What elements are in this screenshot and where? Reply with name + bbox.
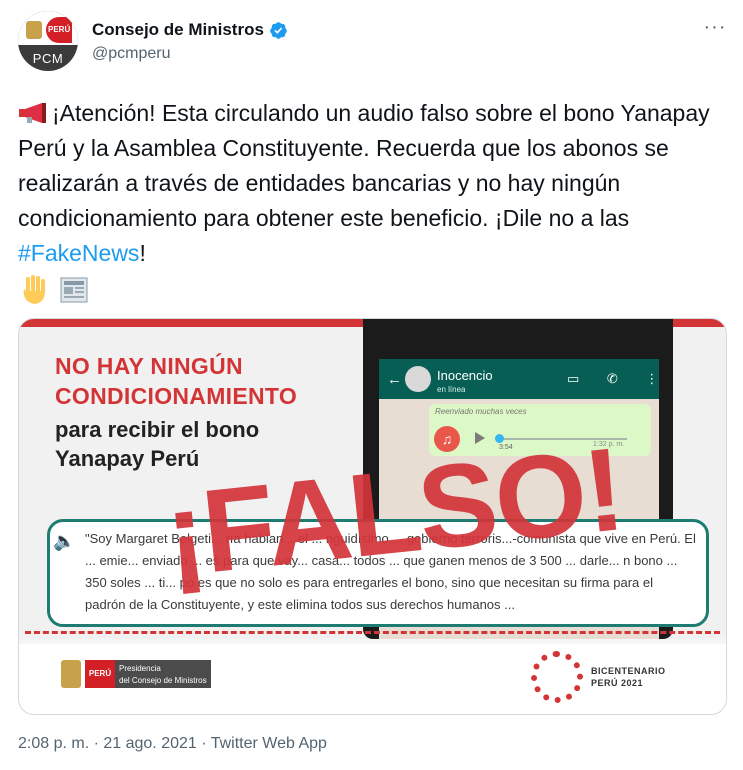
headline-dark-line-1: para recibir el bono	[55, 417, 260, 442]
contact-status: en línea	[437, 385, 466, 394]
coat-of-arms-icon	[26, 21, 42, 39]
tweet-text-end: !	[139, 240, 146, 266]
avatar-flag-text: PERÚ	[48, 25, 71, 34]
headline-red-line-1: NO HAY NINGÚN	[55, 353, 243, 379]
author-handle[interactable]: @pcmperu	[92, 45, 171, 63]
bicentenario-emblem-icon	[531, 651, 583, 703]
dashed-divider	[25, 631, 720, 634]
headline-red-line-2: CONDICIONAMIENTO	[55, 383, 298, 409]
raised-hand-icon	[23, 274, 45, 304]
contact-avatar	[405, 366, 431, 392]
peru-badge: PERÚ	[85, 660, 115, 688]
emoji-line	[18, 271, 726, 307]
tweet-text: ¡Atención! Esta circulando un audio fals…	[18, 96, 726, 307]
forwarded-label: Reenviado muchas veces	[435, 407, 527, 416]
display-name[interactable]: Consejo de Ministros	[92, 20, 264, 40]
tweet-timestamp[interactable]: 2:08 p. m. · 21 ago. 2021 · Twitter Web …	[18, 735, 327, 753]
newspaper-icon	[60, 277, 88, 303]
pcm-name: Presidencia del Consejo de Ministros	[115, 660, 211, 688]
verified-badge-icon	[270, 21, 287, 39]
bicentenario-line-1: BICENTENARIO	[591, 666, 666, 676]
speaker-icon: 🔈	[53, 531, 76, 551]
pcm-name-line-2: del Consejo de Ministros	[119, 676, 207, 685]
avatar[interactable]: PERÚ PCM	[18, 11, 78, 71]
bicentenario-line-2: PERÚ 2021	[591, 678, 644, 688]
chat-actions-icons: ▭ ✆ ⋮	[567, 371, 671, 386]
tweet-media-image[interactable]: NO HAY NINGÚN CONDICIONAMIENTO para reci…	[18, 318, 727, 715]
media-headline-red: NO HAY NINGÚN CONDICIONAMIENTO	[55, 351, 297, 411]
pcm-name-line-1: Presidencia	[119, 664, 161, 673]
more-options-icon[interactable]: ···	[700, 14, 730, 44]
contact-name: Inocencio	[437, 368, 493, 383]
megaphone-icon	[19, 103, 46, 123]
coat-of-arms-icon	[61, 660, 81, 688]
tweet-text-main: ¡Atención! Esta circulando un audio fals…	[18, 100, 710, 231]
author-name-row[interactable]: Consejo de Ministros	[92, 18, 288, 42]
bicentenario-logo: BICENTENARIO PERÚ 2021	[531, 649, 666, 705]
back-arrow-icon: ←	[387, 371, 402, 388]
bicentenario-text: BICENTENARIO PERÚ 2021	[591, 665, 666, 689]
avatar-label: PCM	[32, 51, 64, 66]
hashtag-link[interactable]: #FakeNews	[18, 240, 139, 266]
pcm-logo: PERÚ Presidencia del Consejo de Ministro…	[61, 657, 211, 691]
